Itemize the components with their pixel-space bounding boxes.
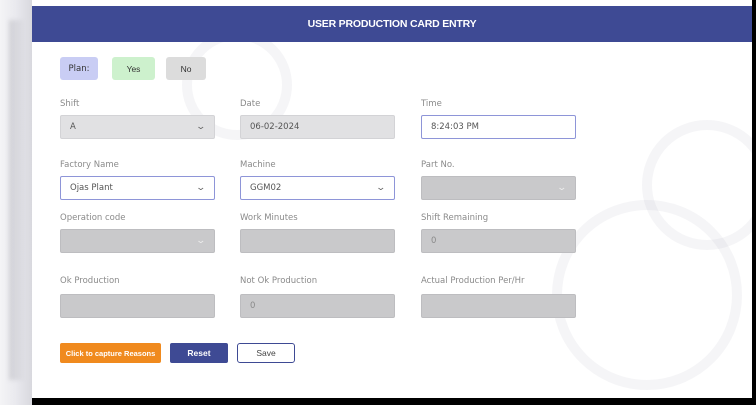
actual-production-field[interactable] (421, 294, 576, 318)
work-minutes-label: Work Minutes (240, 213, 298, 223)
chevron-down-icon: ⌄ (375, 183, 387, 193)
factory-name-label: Factory Name (60, 160, 119, 170)
shift-remaining-field[interactable]: 0 (421, 229, 576, 253)
chevron-down-icon: ⌄ (195, 236, 207, 246)
page-header: USER PRODUCTION CARD ENTRY (32, 6, 752, 42)
machine-value: GGM02 (250, 183, 282, 193)
shift-select[interactable]: A ⌄ (60, 115, 215, 139)
save-button[interactable]: Save (237, 343, 295, 363)
window-bottom-edge (32, 398, 756, 405)
operation-code-select[interactable]: ⌄ (60, 229, 215, 253)
date-value: 06-02-2024 (250, 122, 300, 132)
shift-value: A (70, 122, 76, 132)
window-left-edge (0, 0, 32, 405)
shift-remaining-label: Shift Remaining (421, 213, 489, 223)
time-label: Time (421, 99, 442, 109)
window-right-edge (752, 0, 756, 405)
time-value: 8:24:03 PM (431, 122, 479, 132)
page-title: USER PRODUCTION CARD ENTRY (307, 18, 477, 30)
not-ok-production-field[interactable]: 0 (240, 294, 395, 318)
actual-production-label: Actual Production Per/Hr (421, 276, 525, 286)
date-field[interactable]: 06-02-2024 (240, 115, 395, 139)
operation-code-label: Operation code (60, 213, 126, 223)
shift-label: Shift (60, 99, 80, 109)
date-label: Date (240, 99, 261, 109)
plan-yes-button[interactable]: Yes (112, 57, 155, 80)
work-minutes-field[interactable] (240, 229, 395, 253)
not-ok-production-label: Not Ok Production (240, 276, 318, 286)
machine-label: Machine (240, 160, 276, 170)
plan-no-button[interactable]: No (166, 57, 206, 80)
part-no-select[interactable]: ⌄ (421, 176, 576, 200)
ok-production-label: Ok Production (60, 276, 120, 286)
chevron-down-icon: ⌄ (556, 183, 568, 193)
chevron-down-icon: ⌄ (195, 183, 207, 193)
part-no-label: Part No. (421, 160, 455, 170)
chevron-down-icon: ⌄ (195, 122, 207, 132)
capture-reasons-button[interactable]: Click to capture Reasons (60, 343, 161, 363)
production-card-form: USER PRODUCTION CARD ENTRY Plan: Yes No … (32, 0, 752, 398)
not-ok-production-value: 0 (250, 301, 256, 311)
factory-name-value: Ojas Plant (70, 183, 113, 193)
reset-button[interactable]: Reset (170, 343, 228, 363)
shift-remaining-value: 0 (431, 236, 437, 246)
machine-select[interactable]: GGM02 ⌄ (240, 176, 395, 200)
time-field[interactable]: 8:24:03 PM (421, 115, 576, 139)
ok-production-field[interactable] (60, 294, 215, 318)
plan-label: Plan: (60, 57, 98, 80)
factory-name-select[interactable]: Ojas Plant ⌄ (60, 176, 215, 200)
